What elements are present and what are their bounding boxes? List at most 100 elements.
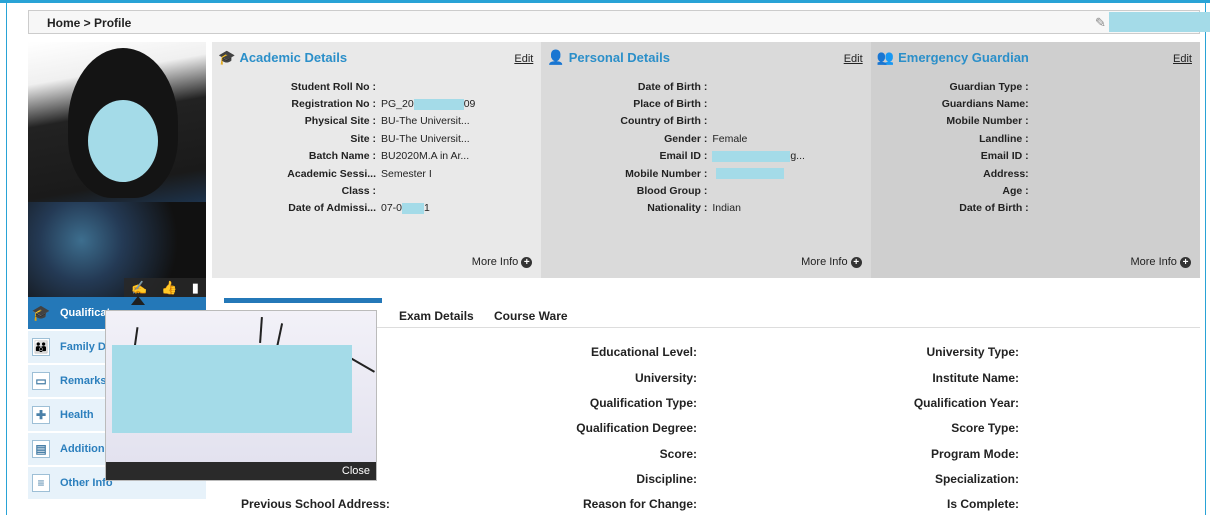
detail-row: Nationality : Indian bbox=[547, 200, 864, 217]
field-label: Class : bbox=[341, 185, 376, 198]
detail-row: Country of Birth : bbox=[547, 113, 864, 130]
field-value: 07-0 1 bbox=[381, 202, 430, 215]
detail-row: Date of Birth : bbox=[877, 200, 1194, 217]
tab-course-ware[interactable]: Course Ware bbox=[494, 309, 568, 323]
field-value: BU-The Universit... bbox=[381, 132, 470, 145]
detail-label: Discipline: bbox=[636, 472, 697, 486]
guardian-icon: 👥 bbox=[876, 49, 895, 65]
field-label: Site : bbox=[350, 132, 376, 145]
field-value: PG_20 09 bbox=[381, 98, 476, 111]
detail-row: Email ID : g... bbox=[547, 148, 864, 165]
signature-preview bbox=[106, 311, 376, 462]
field-label: Age : bbox=[1002, 185, 1029, 198]
document-icon[interactable]: ▮ bbox=[192, 280, 199, 296]
breadcrumb-bar: Home > Profile ✎ bbox=[28, 10, 1210, 34]
detail-row: Batch Name : BU2020M.A in Ar... bbox=[218, 148, 535, 165]
field-label: Date of Birth : bbox=[637, 80, 708, 93]
personal-title: Personal Details bbox=[568, 50, 670, 65]
redacted-text bbox=[712, 150, 791, 162]
redacted-text bbox=[716, 168, 785, 180]
detail-row: Date of Admissi... 07-0 1 bbox=[218, 200, 535, 217]
detail-label: Educational Level: bbox=[590, 345, 697, 359]
field-value: Indian bbox=[712, 202, 741, 215]
detail-row: Blood Group : bbox=[547, 182, 864, 199]
field-label: Batch Name : bbox=[308, 150, 376, 163]
field-label: Student Roll No : bbox=[290, 80, 376, 93]
field-label: Date of Birth : bbox=[959, 202, 1029, 215]
detail-label: Specialization: bbox=[934, 472, 1019, 486]
graduation-cap-icon: 🎓 bbox=[31, 305, 51, 322]
detail-row: Place of Birth : bbox=[547, 95, 864, 112]
signature-popup: Close bbox=[105, 310, 377, 481]
field-label: Registration No : bbox=[291, 98, 376, 111]
redacted-text bbox=[402, 203, 425, 215]
person-icon: 👤 bbox=[547, 49, 565, 65]
thumb-icon[interactable]: 👍 bbox=[161, 280, 177, 296]
detail-label: Program Mode: bbox=[930, 447, 1019, 461]
detail-row: Academic Sessi... Semester I bbox=[218, 165, 535, 182]
comment-icon: ▭ bbox=[32, 372, 50, 390]
personal-edit-link[interactable]: Edit bbox=[844, 53, 863, 65]
field-label: Guardian Type : bbox=[949, 80, 1029, 93]
academic-title: Academic Details bbox=[239, 50, 348, 65]
redacted-text bbox=[413, 98, 464, 110]
guardian-edit-link[interactable]: Edit bbox=[1173, 53, 1192, 65]
field-label: Academic Sessi... bbox=[287, 167, 376, 180]
detail-row: Guardian Type : bbox=[877, 78, 1194, 95]
field-value: BU-The Universit... bbox=[381, 115, 470, 128]
detail-row: Class : bbox=[218, 182, 535, 199]
redacted-signature bbox=[112, 345, 352, 433]
field-label: Physical Site : bbox=[304, 115, 376, 128]
guardian-title: Emergency Guardian bbox=[898, 50, 1029, 65]
document-icon: ≡ bbox=[32, 474, 50, 492]
field-label: Guardians Name: bbox=[941, 98, 1029, 111]
id-card-icon: ▤ bbox=[32, 440, 50, 458]
detail-row: Landline : bbox=[877, 130, 1194, 147]
detail-row: Email ID : bbox=[877, 148, 1194, 165]
close-button[interactable]: Close bbox=[106, 462, 376, 480]
profile-photo: ✍ 👍 ▮ bbox=[28, 42, 206, 298]
guardian-more-info[interactable]: More Info + bbox=[1130, 256, 1191, 268]
detail-row: Address: bbox=[877, 165, 1194, 182]
detail-row: Gender : Female bbox=[547, 130, 864, 147]
detail-label: Qualification Degree: bbox=[576, 421, 697, 435]
field-value: Semester I bbox=[381, 167, 432, 180]
detail-row: Student Roll No : bbox=[218, 78, 535, 95]
plus-icon: + bbox=[850, 257, 862, 268]
detail-label: Score: bbox=[659, 447, 697, 461]
detail-row: Date of Birth : bbox=[547, 78, 864, 95]
detail-row: Guardians Name: bbox=[877, 95, 1194, 112]
plus-icon: + bbox=[521, 257, 533, 268]
academic-details-card: 🎓 Academic Details Edit Student Roll No :… bbox=[212, 42, 542, 278]
field-label: Landline : bbox=[979, 132, 1029, 145]
tab-qualification-active[interactable] bbox=[224, 298, 382, 303]
signature-icon[interactable]: ✍ bbox=[131, 280, 147, 296]
academic-edit-link[interactable]: Edit bbox=[514, 53, 533, 65]
field-label: Place of Birth : bbox=[633, 98, 708, 111]
field-label: Email ID : bbox=[980, 150, 1029, 163]
personal-more-info[interactable]: More Info + bbox=[801, 256, 862, 268]
previous-school-address-label: Previous School Address: bbox=[241, 497, 390, 511]
detail-label: Qualification Type: bbox=[589, 396, 697, 410]
detail-row: Site : BU-The Universit... bbox=[218, 130, 535, 147]
field-label: Country of Birth : bbox=[620, 115, 708, 128]
pencil-icon[interactable]: ✎ bbox=[1095, 15, 1106, 31]
detail-row: Mobile Number : bbox=[877, 113, 1194, 130]
academic-more-info[interactable]: More Info + bbox=[472, 256, 533, 268]
popup-pointer bbox=[131, 296, 145, 305]
redacted-block bbox=[1109, 12, 1210, 32]
field-label: Date of Admissi... bbox=[288, 202, 376, 215]
detail-cards: 🎓 Academic Details Edit Student Roll No :… bbox=[212, 42, 1200, 278]
detail-label: University Type: bbox=[926, 345, 1019, 359]
detail-label: University: bbox=[634, 371, 697, 385]
field-label: Blood Group : bbox=[636, 185, 708, 198]
personal-details-card: 👤 Personal Details Edit Date of Birth : Pl… bbox=[541, 42, 871, 278]
photo-toolbar: ✍ 👍 ▮ bbox=[124, 278, 206, 298]
tab-exam-details[interactable]: Exam Details bbox=[399, 309, 474, 323]
detail-row: Age : bbox=[877, 182, 1194, 199]
detail-label: Is Complete: bbox=[946, 497, 1019, 511]
field-value: g... bbox=[712, 150, 805, 162]
field-value: Female bbox=[712, 132, 748, 145]
detail-label: Reason for Change: bbox=[582, 497, 697, 511]
detail-label: Institute Name: bbox=[932, 371, 1019, 385]
